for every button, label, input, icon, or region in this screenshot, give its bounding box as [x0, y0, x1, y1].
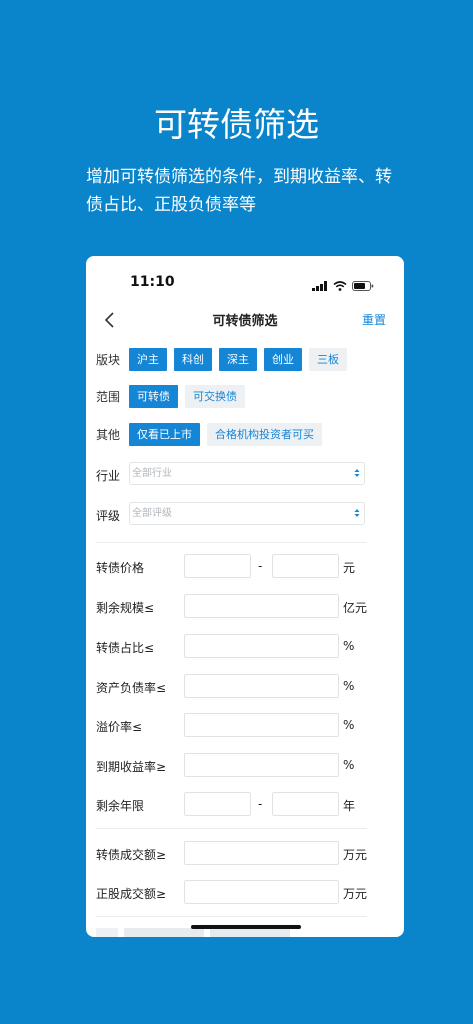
wifi-icon	[333, 276, 347, 295]
bond-ratio-unit: %	[343, 639, 355, 653]
scope-chip-exchangeable[interactable]: 可交换债	[185, 385, 245, 408]
hero-title: 可转债筛选	[154, 105, 319, 144]
section-divider	[96, 542, 367, 543]
board-filter-row: 版块 沪主 科创 深主 创业 三板	[96, 348, 354, 371]
battery-icon	[352, 276, 374, 295]
stock-turnover-label: 正股成交额≥	[96, 887, 167, 901]
stock-turnover-input[interactable]	[184, 880, 339, 904]
price-unit: 元	[343, 561, 356, 575]
ytm-unit: %	[343, 758, 355, 772]
other-label: 其他	[96, 428, 121, 442]
ytm-input[interactable]	[184, 753, 339, 777]
ytm-label: 到期收益率≥	[96, 760, 167, 774]
cut-off-chip	[96, 928, 118, 937]
signal-icon	[312, 276, 328, 295]
years-dash: -	[258, 797, 263, 811]
debt-ratio-input[interactable]	[184, 674, 339, 698]
debt-ratio-unit: %	[343, 679, 355, 693]
bond-turnover-input[interactable]	[184, 841, 339, 865]
nav-bar: 可转债筛选 重置	[86, 304, 404, 338]
other-filter-row: 其他 仅看已上市 合格机构投资者可买	[96, 423, 329, 446]
industry-label: 行业	[96, 469, 121, 483]
debt-ratio-label: 资产负债率≤	[96, 681, 167, 695]
home-indicator	[191, 925, 301, 929]
board-label: 版块	[96, 353, 121, 367]
scope-chip-convertible[interactable]: 可转债	[129, 385, 178, 408]
bond-ratio-label: 转债占比≤	[96, 641, 155, 655]
years-unit: 年	[343, 799, 356, 813]
industry-select[interactable]: 全部行业	[129, 462, 365, 485]
section-divider	[96, 916, 367, 917]
price-min-input[interactable]	[184, 554, 251, 578]
phone-screen: 11:10 可转债筛选 重置 版块 沪主 科创 深主 创业 三板 范围 可转债 …	[86, 256, 404, 937]
section-divider	[96, 828, 367, 829]
status-time: 11:10	[130, 274, 175, 290]
industry-placeholder: 全部行业	[132, 468, 172, 479]
sort-arrows-icon	[354, 509, 360, 517]
cut-off-chip	[210, 928, 290, 937]
status-icons	[312, 276, 374, 295]
hero-subtitle: 增加可转债筛选的条件，到期收益率、转债占比、正股负债率等	[86, 167, 392, 215]
other-chip-qualified-investor[interactable]: 合格机构投资者可买	[207, 423, 322, 446]
scope-filter-row: 范围 可转债 可交换债	[96, 385, 252, 408]
price-max-input[interactable]	[272, 554, 339, 578]
years-min-input[interactable]	[184, 792, 251, 816]
rating-placeholder: 全部评级	[132, 508, 172, 519]
premium-label: 溢价率≤	[96, 720, 143, 734]
bond-ratio-input[interactable]	[184, 634, 339, 658]
price-label: 转债价格	[96, 561, 145, 575]
years-label: 剩余年限	[96, 799, 145, 813]
page-title: 可转债筛选	[212, 314, 278, 329]
board-chip-neeq[interactable]: 三板	[309, 348, 347, 371]
premium-unit: %	[343, 718, 355, 732]
rating-label: 评级	[96, 509, 121, 523]
remaining-scale-unit: 亿元	[343, 601, 368, 615]
other-chip-listed-only[interactable]: 仅看已上市	[129, 423, 200, 446]
scope-label: 范围	[96, 390, 121, 404]
board-chip-chinext[interactable]: 创业	[264, 348, 302, 371]
board-chip-sz-main[interactable]: 深主	[219, 348, 257, 371]
stock-turnover-unit: 万元	[343, 887, 368, 901]
board-chip-star[interactable]: 科创	[174, 348, 212, 371]
board-chip-sh-main[interactable]: 沪主	[129, 348, 167, 371]
sort-arrows-icon	[354, 469, 360, 477]
premium-input[interactable]	[184, 713, 339, 737]
cut-off-chip	[124, 928, 204, 937]
bond-turnover-unit: 万元	[343, 848, 368, 862]
bond-turnover-label: 转债成交额≥	[96, 848, 167, 862]
remaining-scale-input[interactable]	[184, 594, 339, 618]
price-dash: -	[258, 559, 263, 573]
reset-button[interactable]: 重置	[362, 311, 386, 328]
cut-off-row	[96, 928, 290, 937]
status-bar: 11:10	[86, 256, 404, 304]
rating-select[interactable]: 全部评级	[129, 502, 365, 525]
remaining-scale-label: 剩余规模≤	[96, 601, 155, 615]
years-max-input[interactable]	[272, 792, 339, 816]
